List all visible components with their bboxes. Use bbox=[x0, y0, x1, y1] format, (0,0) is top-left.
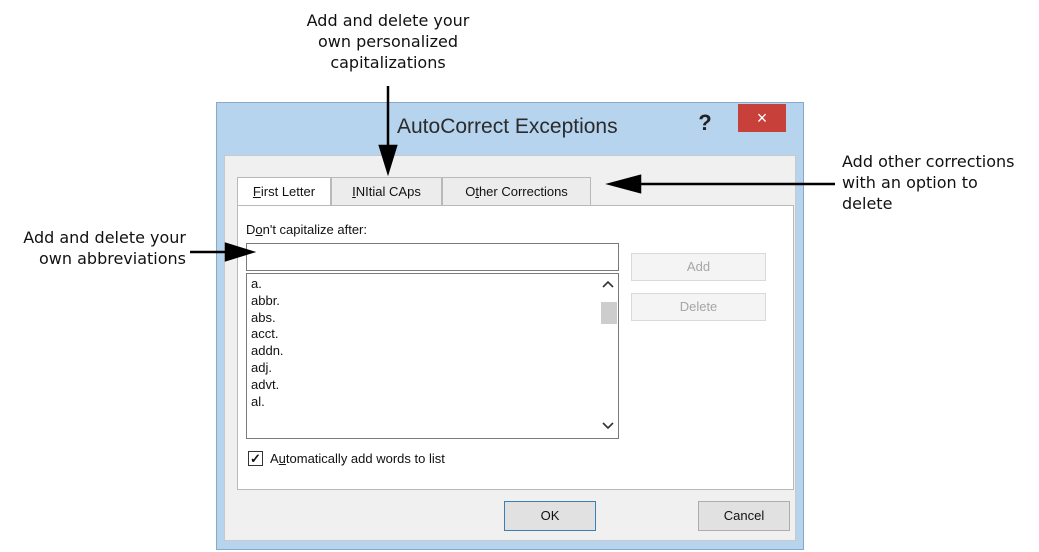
arrow-right-head bbox=[224, 242, 257, 262]
callout-arrows bbox=[190, 86, 835, 262]
arrow-left-head bbox=[605, 174, 642, 194]
arrow-down-head bbox=[378, 144, 398, 177]
